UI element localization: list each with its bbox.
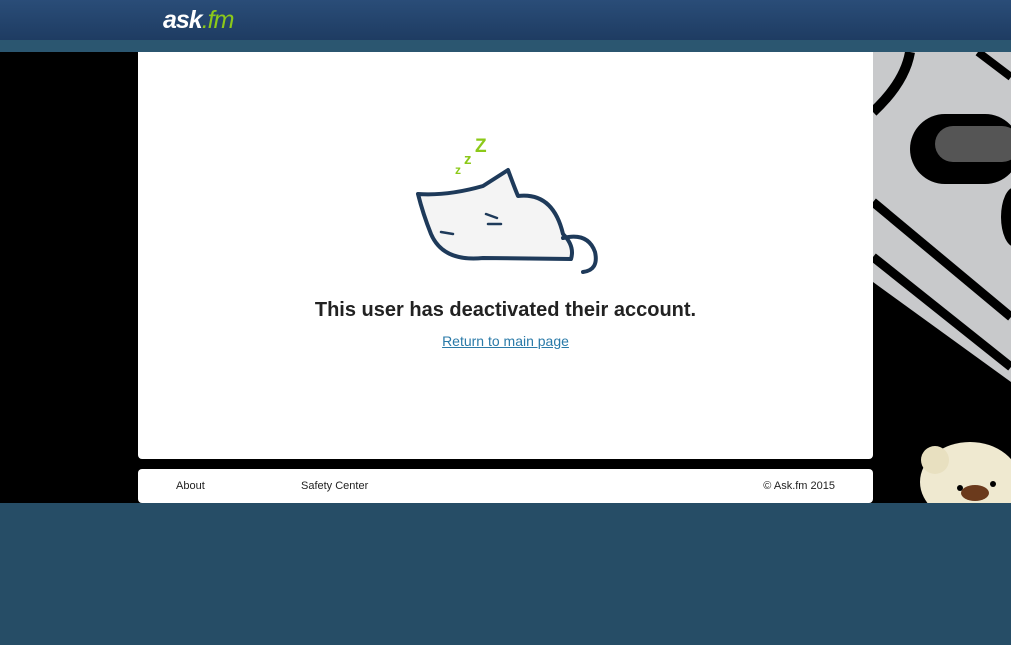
page-edge [1011, 0, 1024, 645]
return-main-page-link[interactable]: Return to main page [442, 333, 569, 349]
askfm-logo[interactable]: ask.fm [163, 6, 234, 35]
footer-safety-center-link[interactable]: Safety Center [301, 480, 368, 492]
footer-about-link[interactable]: About [176, 480, 205, 492]
deactivated-message: This user has deactivated their account. [314, 299, 697, 321]
teddy-bear-image [920, 442, 1011, 503]
copyright: © Ask.fm 2015 [763, 480, 835, 492]
sleeping-cat-icon: z z Z [416, 136, 598, 274]
top-strip [0, 40, 1011, 52]
svg-text:Z: Z [475, 136, 487, 157]
footer: About Safety Center © Ask.fm 2015 [138, 469, 873, 503]
deactivated-card: z z Z This user has deactivated their ac… [138, 52, 873, 459]
top-bar [0, 0, 1011, 44]
svg-text:z: z [455, 163, 461, 177]
svg-text:z: z [464, 151, 472, 168]
